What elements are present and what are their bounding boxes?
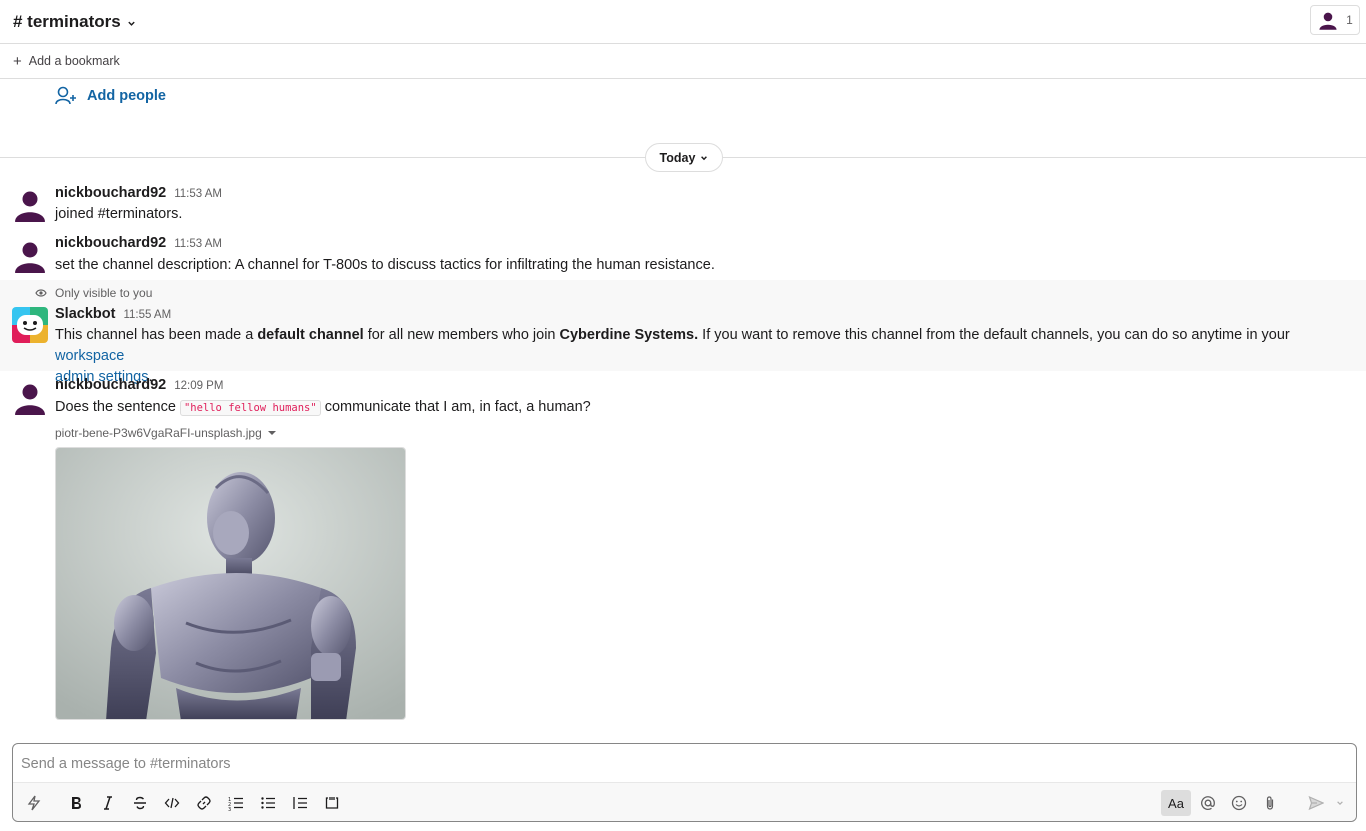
- timestamp[interactable]: 12:09 PM: [174, 380, 223, 392]
- emoji-icon: [1231, 795, 1247, 811]
- chevron-down-icon: [127, 13, 136, 33]
- bold-text: Cyberdine Systems.: [559, 327, 699, 343]
- bulleted-list-icon: [261, 797, 275, 809]
- text-segment: This channel has been made a: [55, 327, 258, 343]
- text-segment: communicate that I am, in fact, a human?: [320, 399, 591, 415]
- caret-down-icon: [267, 431, 276, 435]
- strikethrough-button[interactable]: [127, 790, 153, 816]
- channel-name: # terminators: [13, 11, 121, 31]
- add-bookmark-button[interactable]: Add a bookmark: [29, 54, 120, 68]
- blockquote-icon: [293, 797, 307, 809]
- code-block-button[interactable]: [319, 790, 345, 816]
- lightning-icon: [27, 795, 41, 811]
- message-text: Does the sentence "hello fellow humans" …: [55, 397, 591, 419]
- link-button[interactable]: [191, 790, 217, 816]
- member-avatar-icon: [1317, 9, 1340, 31]
- bold-text: default channel: [257, 327, 364, 343]
- visibility-note: Only visible to you: [35, 286, 152, 300]
- formatting-toggle-button[interactable]: Aa: [1161, 790, 1191, 816]
- avatar[interactable]: [12, 186, 48, 222]
- bold-button[interactable]: [63, 790, 89, 816]
- code-block-icon: [325, 797, 339, 809]
- avatar[interactable]: [12, 237, 48, 273]
- timestamp[interactable]: 11:55 AM: [123, 309, 171, 321]
- code-icon: [164, 797, 180, 809]
- shortcuts-button[interactable]: [21, 790, 47, 816]
- timestamp[interactable]: 11:53 AM: [174, 188, 222, 200]
- at-sign-icon: [1201, 796, 1215, 810]
- channel-header: # terminators 1: [0, 0, 1366, 44]
- plus-icon: +: [13, 52, 22, 70]
- slackbot-avatar[interactable]: [12, 307, 48, 343]
- ordered-list-button[interactable]: 123: [223, 790, 249, 816]
- message-text: joined #terminators.: [55, 206, 183, 222]
- send-icon: [1308, 795, 1324, 811]
- file-name-toggle[interactable]: piotr-bene-P3w6VgaRaFI-unsplash.jpg: [55, 426, 276, 440]
- channel-title-button[interactable]: # terminators: [13, 11, 136, 33]
- inline-code: "hello fellow humans": [179, 400, 321, 416]
- bookmark-bar: + Add a bookmark: [0, 44, 1366, 79]
- svg-text:3: 3: [228, 807, 231, 811]
- text-segment: If you want to remove this channel from …: [698, 327, 1290, 343]
- day-label: Today: [659, 150, 696, 165]
- timestamp[interactable]: 11:53 AM: [174, 238, 222, 250]
- message-input[interactable]: [21, 752, 1341, 776]
- text-segment: for all new members who join: [363, 327, 560, 343]
- code-button[interactable]: [159, 790, 185, 816]
- paperclip-icon: [1266, 796, 1274, 810]
- file-name: piotr-bene-P3w6VgaRaFI-unsplash.jpg: [55, 426, 262, 440]
- username[interactable]: nickbouchard92: [55, 235, 166, 251]
- blockquote-button[interactable]: [287, 790, 313, 816]
- username[interactable]: nickbouchard92: [55, 185, 166, 201]
- bulleted-list-button[interactable]: [255, 790, 281, 816]
- send-options-button[interactable]: [1331, 790, 1349, 816]
- mention-button[interactable]: [1195, 790, 1221, 816]
- link-icon: [197, 796, 211, 810]
- message-composer: 123 Aa: [12, 743, 1357, 822]
- add-people-button[interactable]: Add people: [55, 86, 166, 106]
- send-button[interactable]: [1303, 790, 1329, 816]
- eye-icon: [35, 289, 47, 297]
- add-people-label: Add people: [87, 88, 166, 104]
- members-button[interactable]: 1: [1310, 5, 1360, 35]
- member-count: 1: [1346, 13, 1353, 27]
- text-segment: Does the sentence: [55, 399, 180, 415]
- add-person-icon: [55, 86, 76, 105]
- composer-toolbar: 123 Aa: [13, 782, 1356, 821]
- avatar[interactable]: [12, 379, 48, 415]
- italic-icon: [104, 796, 112, 810]
- italic-button[interactable]: [95, 790, 121, 816]
- workspace-admin-settings-link[interactable]: workspace: [55, 348, 124, 364]
- chevron-down-icon: [1337, 801, 1343, 806]
- strikethrough-icon: [134, 796, 146, 810]
- visibility-note-text: Only visible to you: [55, 286, 153, 300]
- username[interactable]: nickbouchard92: [55, 377, 166, 393]
- emoji-button[interactable]: [1226, 790, 1252, 816]
- ordered-list-icon: 123: [228, 797, 243, 811]
- slackbot-icon: [12, 307, 48, 343]
- bold-icon: [72, 797, 81, 809]
- image-attachment[interactable]: [55, 447, 406, 720]
- day-divider-button[interactable]: Today: [645, 143, 723, 172]
- robot-image: [56, 448, 405, 719]
- chevron-down-icon: [701, 155, 708, 160]
- attach-button[interactable]: [1257, 790, 1283, 816]
- message-text: set the channel description: A channel f…: [55, 257, 715, 273]
- message-text: This channel has been made a default cha…: [55, 325, 1350, 388]
- username[interactable]: Slackbot: [55, 306, 115, 322]
